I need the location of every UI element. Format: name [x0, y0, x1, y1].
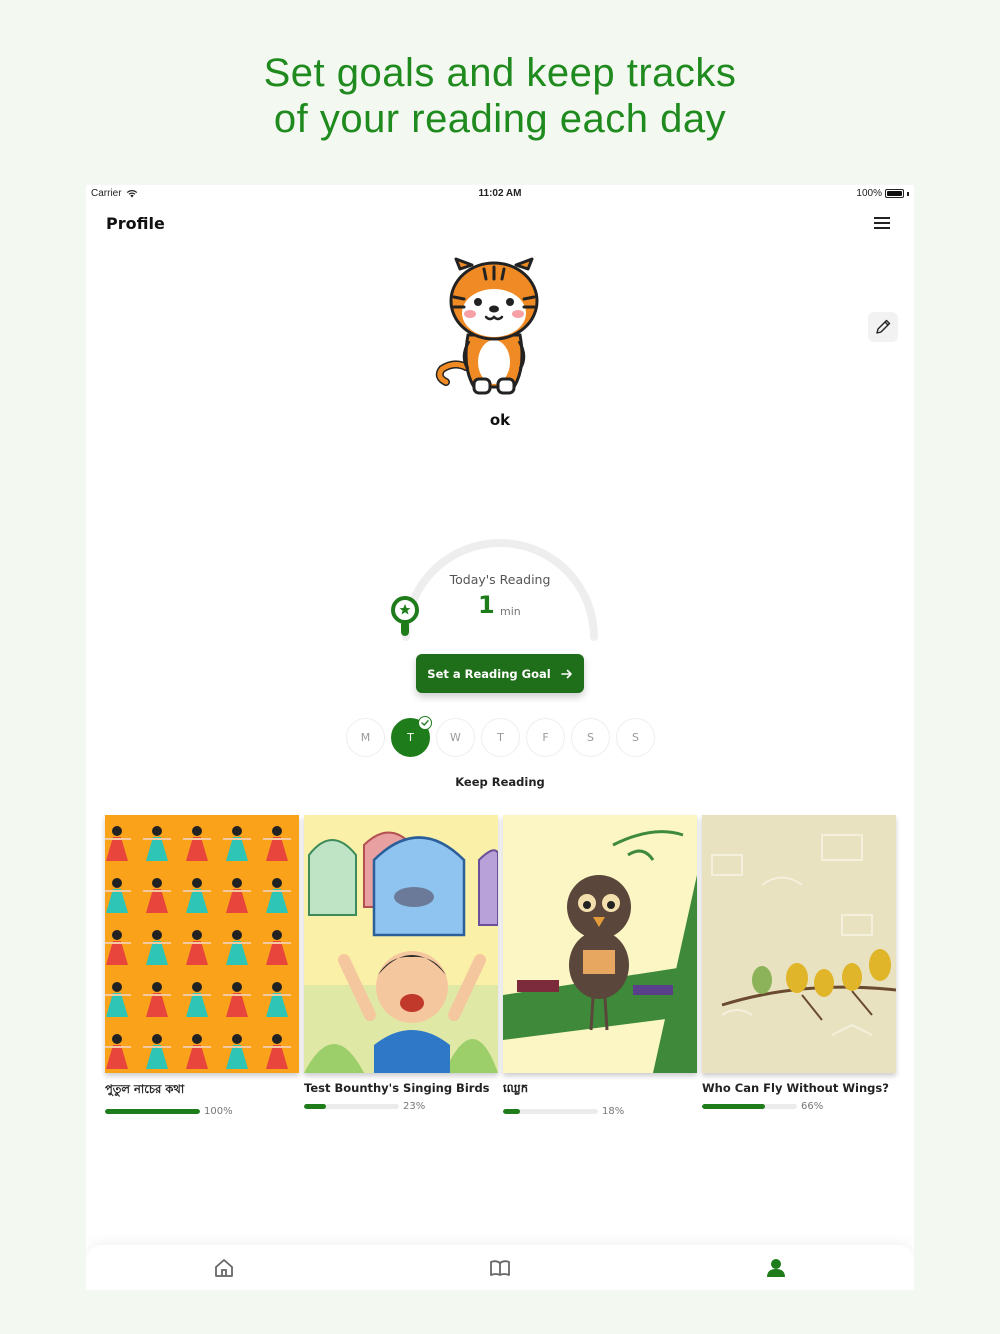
tab-profile[interactable]	[765, 1257, 787, 1279]
status-bar: Carrier 11:02 AM 100%	[86, 185, 914, 203]
book-cover	[105, 815, 299, 1073]
battery: 100%	[856, 188, 909, 199]
day-letter: F	[542, 731, 549, 744]
tab-bar	[86, 1245, 914, 1290]
tab-home[interactable]	[213, 1257, 235, 1279]
menu-icon[interactable]	[874, 217, 890, 231]
page-title: Profile	[106, 214, 165, 233]
reading-unit: min	[500, 605, 521, 618]
book-card[interactable]: পুতুল নাচের কথা 100%	[105, 815, 299, 1117]
progress-bar	[702, 1104, 797, 1109]
day-letter: S	[632, 731, 639, 744]
book-title: ឈ្លេក	[503, 1081, 528, 1095]
day-letter: T	[407, 731, 414, 744]
day-0[interactable]: M	[346, 718, 385, 757]
headline-line-1: Set goals and keep tracks	[263, 51, 737, 95]
arrow-right-icon	[560, 669, 572, 678]
book-open-icon	[490, 1260, 510, 1276]
day-letter: M	[360, 731, 371, 744]
weekday-tracker: MTWTFSS	[346, 716, 655, 757]
progress-bar	[304, 1104, 399, 1109]
todays-reading-label: Today's Reading	[449, 572, 551, 587]
book-cover	[503, 815, 697, 1073]
headline: Set goals and keep tracks of your readin…	[0, 50, 1000, 142]
set-reading-goal-label: Set a Reading Goal	[427, 666, 551, 681]
book-cover	[702, 815, 896, 1073]
home-icon	[215, 1259, 233, 1277]
status-time: 11:02 AM	[478, 188, 522, 199]
headline-line-2: of your reading each day	[273, 97, 727, 141]
book-card[interactable]: Who Can Fly Without Wings? 66%	[702, 815, 896, 1112]
day-5[interactable]: S	[571, 718, 610, 757]
username: ok	[489, 411, 511, 429]
day-2[interactable]: W	[436, 718, 475, 757]
pencil-icon	[876, 319, 891, 334]
progress-percent: 18%	[602, 1106, 625, 1117]
day-1[interactable]: T	[391, 716, 432, 757]
battery-label: 100%	[856, 188, 882, 199]
day-3[interactable]: T	[481, 718, 520, 757]
book-card[interactable]: ឈ្លេក 18%	[503, 815, 697, 1117]
book-cover	[304, 815, 498, 1073]
keep-reading-list: পুতুল নাচের কথা 100% Test Bounthy's Sing…	[105, 815, 897, 1125]
check-icon	[418, 716, 432, 730]
day-letter: S	[587, 731, 594, 744]
reading-minutes-value: 1	[478, 591, 495, 619]
book-title: Who Can Fly Without Wings?	[702, 1081, 889, 1095]
progress-percent: 23%	[403, 1101, 426, 1112]
day-letter: W	[450, 731, 461, 744]
day-letter: T	[497, 731, 504, 744]
user-icon	[767, 1259, 785, 1277]
tab-library[interactable]	[489, 1257, 511, 1279]
edit-profile-button[interactable]	[868, 312, 898, 342]
tiger-avatar	[435, 257, 539, 395]
progress-percent: 66%	[801, 1101, 824, 1112]
progress-bar	[503, 1109, 598, 1114]
book-card[interactable]: Test Bounthy's Singing Birds 23%	[304, 815, 498, 1112]
set-reading-goal-button[interactable]: Set a Reading Goal	[416, 654, 584, 693]
day-4[interactable]: F	[526, 718, 565, 757]
book-title: Test Bounthy's Singing Birds	[304, 1081, 490, 1095]
progress-bar	[105, 1109, 200, 1114]
progress-percent: 100%	[204, 1106, 233, 1117]
device-screen: Carrier 11:02 AM 100% Profile ok Today's…	[86, 185, 914, 1290]
battery-icon	[885, 189, 904, 198]
day-6[interactable]: S	[616, 718, 655, 757]
keep-reading-label: Keep Reading	[455, 775, 545, 789]
book-title: পুতুল নাচের কথা	[105, 1082, 185, 1096]
